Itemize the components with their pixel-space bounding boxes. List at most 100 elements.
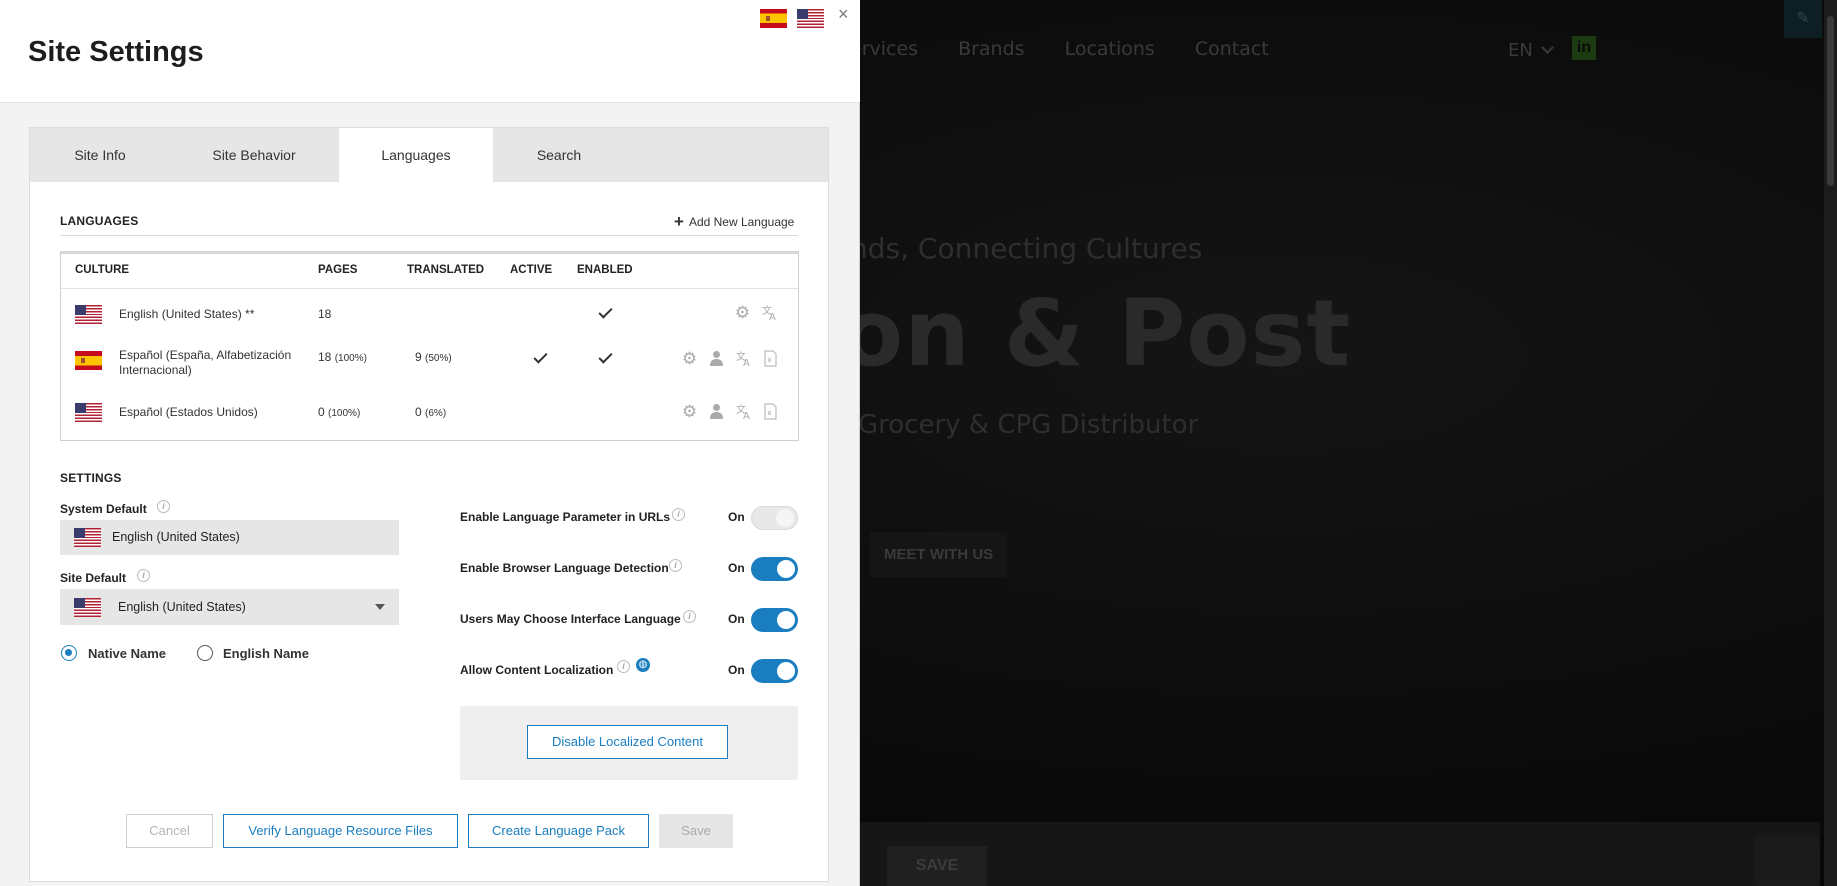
translated-count: 9 (50%) [415,350,452,364]
cancel-button[interactable]: Cancel [126,814,213,848]
info-icon[interactable]: i [683,610,696,623]
bg-nav: ervices Brands Locations Contact [850,38,1269,60]
divider [60,235,798,236]
info-icon[interactable]: i [669,559,682,572]
browser-detection-toggle[interactable] [751,557,798,581]
info-icon[interactable]: i [157,500,170,513]
culture-name: Español (Estados Unidos) [119,405,258,419]
languages-table: CULTURE PAGES TRANSLATED ACTIVE ENABLED … [60,251,799,441]
toggle-state: On [728,663,745,677]
save-button[interactable]: Save [659,814,733,848]
create-language-pack-button[interactable]: Create Language Pack [468,814,649,848]
us-flag-icon [75,305,102,324]
active-check-icon[interactable] [533,349,548,364]
site-default-label: Site Default [60,571,127,585]
bg-tagline: nds, Connecting Cultures [850,232,1203,265]
table-row: Español (Estados Unidos) 0 (100%) 0 (6%)… [61,388,798,438]
bg-nav-locations: Locations [1064,38,1155,60]
settings-section-title: SETTINGS [60,471,122,485]
info-icon[interactable]: i [617,660,630,673]
english-name-label[interactable]: English Name [223,646,309,661]
scrollbar-thumb[interactable] [1827,16,1834,186]
document-icon[interactable] [762,350,779,367]
gear-icon[interactable]: ⚙ [681,350,698,367]
site-settings-panel: Site Settings × Site Info Site Behavior … [0,0,860,886]
toggle-state: On [728,561,745,575]
tab-search[interactable]: Search [493,128,625,182]
tab-site-behavior[interactable]: Site Behavior [170,128,338,182]
row-actions: ⚙ 文A [681,350,779,367]
bg-lang-selector: EN [1508,40,1533,61]
bg-save-button: SAVE [887,846,987,886]
caret-down-icon[interactable] [375,604,385,610]
panel-header: Site Settings × [0,0,860,103]
col-header-translated: TRANSLATED [407,264,485,276]
toggle-state: On [728,612,745,626]
person-icon[interactable] [708,403,725,420]
translated-count: 0 (6%) [415,405,447,419]
page-scrollbar[interactable] [1824,0,1837,886]
languages-section-title: LANGUAGES [60,214,139,228]
site-default-value: English (United States) [118,600,246,614]
us-flag-icon[interactable] [797,9,824,28]
toggle-state: On [728,510,745,524]
svg-text:A: A [743,358,750,367]
verify-language-resource-files-button[interactable]: Verify Language Resource Files [223,814,458,848]
bg-subtitle: Grocery & CPG Distributor [858,410,1199,440]
bg-recaptcha-badge [1754,836,1820,886]
row-actions: ⚙ 文A [734,304,778,321]
table-row: Español (España, Alfabetización Internac… [61,338,798,388]
add-new-language-label: Add New Language [688,215,795,229]
info-icon[interactable]: i [137,569,150,582]
interface-language-toggle[interactable] [751,608,798,632]
site-default-select[interactable]: English (United States) [60,589,399,625]
col-header-enabled: ENABLED [577,264,633,276]
tab-bar: Site Info Site Behavior Languages Search [30,128,828,182]
col-header-active: ACTIVE [510,264,553,276]
page-title: Site Settings [28,36,204,68]
close-icon[interactable]: × [838,4,849,25]
bg-nav-services: ervices [850,38,919,60]
disable-localized-content-button[interactable]: Disable Localized Content [527,725,728,759]
translate-icon[interactable]: 文A [735,350,752,367]
native-name-radio[interactable] [61,645,77,661]
spain-flag-icon[interactable] [760,9,787,28]
content-localization-toggle[interactable] [751,659,798,683]
col-header-pages: PAGES [318,264,358,276]
enabled-check-icon[interactable] [598,349,613,364]
svg-text:A: A [743,411,750,420]
native-name-label[interactable]: Native Name [88,646,166,661]
gear-icon[interactable]: ⚙ [734,304,751,321]
enabled-check-icon[interactable] [598,304,613,319]
system-default-value: English (United States) [112,530,240,544]
toggle-label-language-parameter: Enable Language Parameter in URLs [460,510,671,524]
add-new-language-button[interactable]: + Add New Language [674,212,794,232]
bg-footer-bar [860,822,1820,886]
localization-box: Disable Localized Content [460,706,798,780]
translate-icon[interactable]: 文A [735,403,752,420]
us-flag-icon [74,528,101,547]
translate-icon[interactable]: 文A [761,304,778,321]
system-default-label: System Default [60,502,147,516]
pages-count: 0 (100%) [318,405,361,419]
gear-icon[interactable]: ⚙ [681,403,698,420]
divider [61,288,798,289]
bg-hero-title: on & Post [840,280,1352,387]
row-actions: ⚙ 文A [681,403,779,420]
language-parameter-toggle[interactable] [751,506,798,530]
tab-site-info[interactable]: Site Info [30,128,170,182]
tab-languages[interactable]: Languages [339,128,493,182]
document-icon[interactable] [762,403,779,420]
english-name-radio[interactable] [197,645,213,661]
bg-wrench-icon: ✎ [1784,0,1822,38]
info-icon[interactable]: i [672,508,685,521]
globe-icon[interactable]: ◍ [636,658,650,672]
us-flag-icon [74,598,101,617]
settings-card: Site Info Site Behavior Languages Search… [29,127,829,882]
bg-nav-contact: Contact [1194,38,1269,60]
bg-chevron-down-icon [1541,41,1554,54]
toggle-label-content-localization: Allow Content Localization [460,663,614,677]
culture-name: Español (España, Alfabetización Internac… [119,348,292,377]
person-icon[interactable] [708,350,725,367]
pages-count: 18 (100%) [318,350,367,364]
